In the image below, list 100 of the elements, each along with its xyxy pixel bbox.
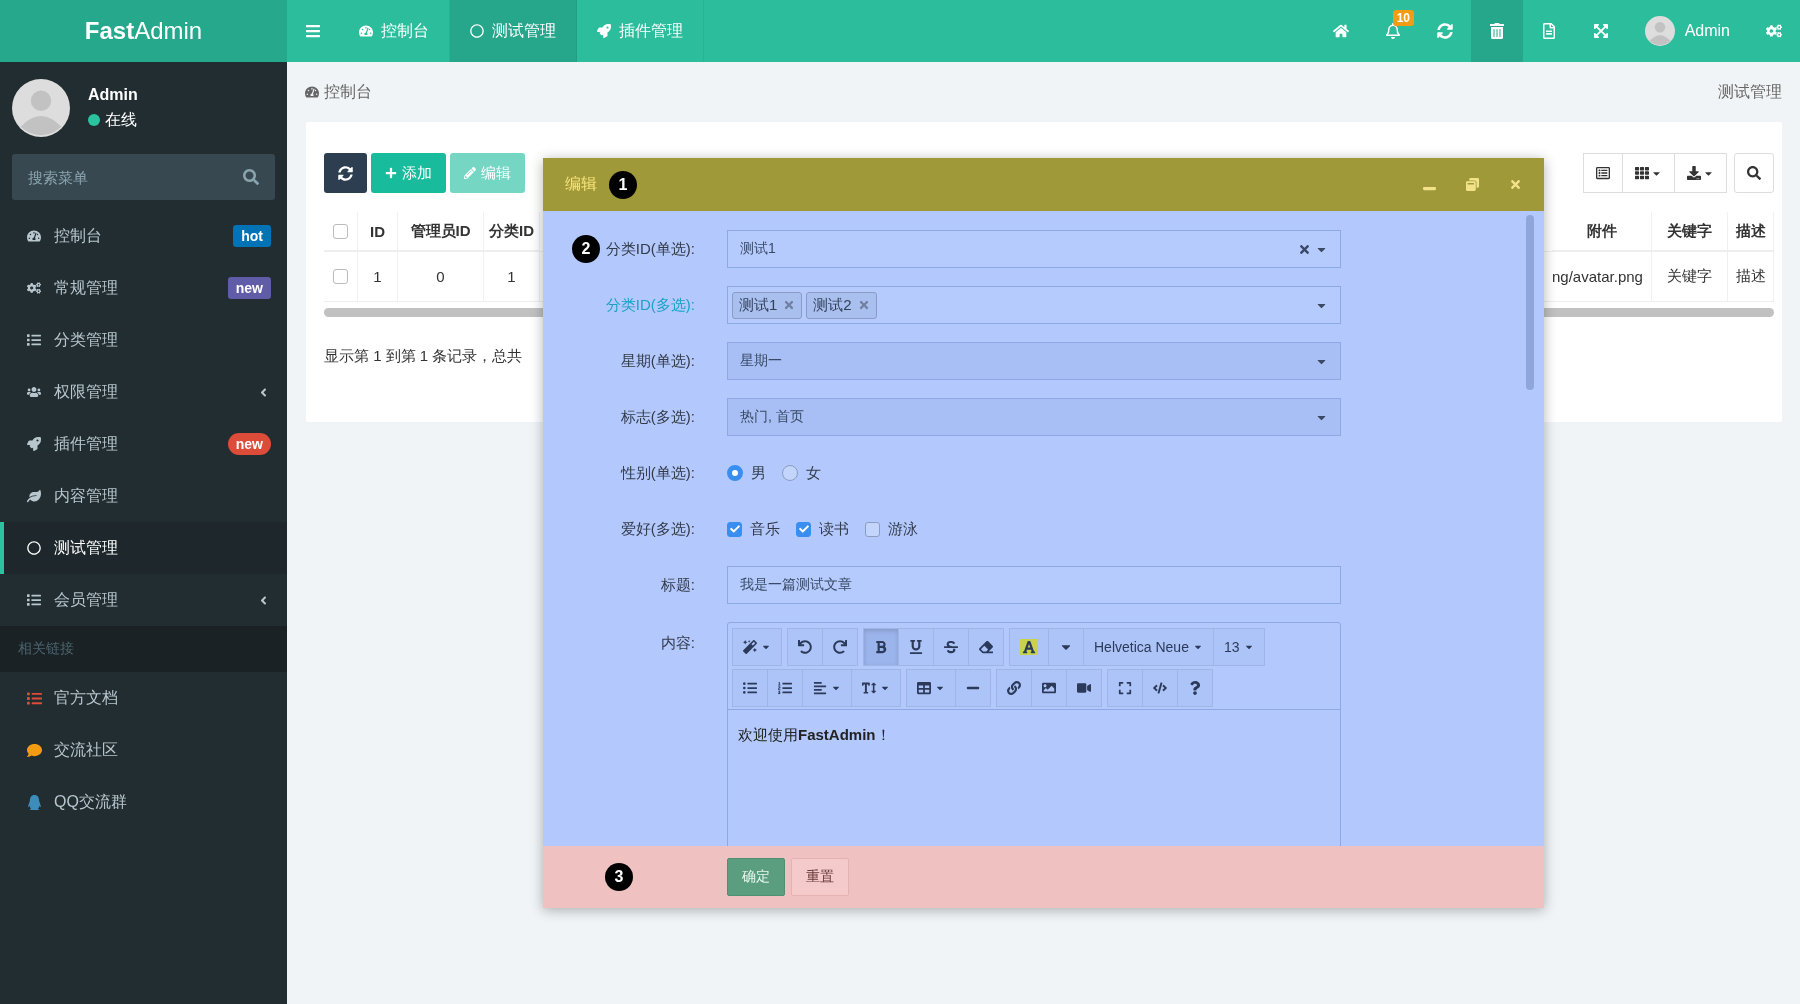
- help-button[interactable]: [1177, 669, 1213, 707]
- text-color-button[interactable]: [1009, 628, 1049, 666]
- checkbox-option[interactable]: 游泳: [865, 519, 918, 539]
- code-button[interactable]: [1142, 669, 1178, 707]
- link-button[interactable]: [996, 669, 1032, 707]
- column-header: 关键字: [1652, 212, 1728, 252]
- text-height-button[interactable]: [851, 669, 901, 707]
- refresh-button[interactable]: [324, 153, 367, 193]
- scrollbar[interactable]: [1526, 215, 1534, 390]
- trash-icon: [1488, 23, 1505, 39]
- font-dropdown[interactable]: Helvetica Neue: [1083, 628, 1214, 666]
- checkbox[interactable]: [333, 223, 348, 239]
- sidebar-item[interactable]: 常规管理 new: [0, 262, 287, 314]
- sidebar-link[interactable]: 官方文档: [0, 672, 287, 724]
- underline-button[interactable]: [898, 628, 934, 666]
- leaf-icon: [26, 489, 42, 503]
- user-name: Admin: [88, 85, 138, 104]
- grid-button[interactable]: [1622, 153, 1675, 193]
- checkbox-option[interactable]: 读书: [796, 519, 849, 539]
- field-label: 标志(多选):: [619, 407, 695, 427]
- field-label: 性别(单选):: [619, 463, 695, 483]
- sidebar-item[interactable]: 会员管理: [0, 574, 287, 626]
- section-header: 相关链接: [0, 626, 287, 672]
- export-button[interactable]: [1674, 153, 1727, 193]
- list-button[interactable]: [1583, 153, 1623, 193]
- column-header: 管理员ID: [398, 212, 484, 252]
- radio-option[interactable]: 男: [727, 463, 766, 483]
- checkbox[interactable]: [865, 521, 880, 537]
- editor-text: 欢迎使用FastAdmin！: [737, 725, 892, 745]
- field-label: 2 分类ID(单选):: [543, 235, 695, 263]
- pagination-info: 显示第 1 到第 1 条记录，总共: [324, 347, 523, 366]
- picture-button[interactable]: [1031, 669, 1067, 707]
- numbered-list-button[interactable]: [767, 669, 803, 707]
- table-cell: 关键字: [1652, 252, 1728, 302]
- radio-button[interactable]: [782, 465, 798, 481]
- dropdown-field[interactable]: 热门, 首页: [727, 398, 1341, 436]
- help-icon: [1188, 681, 1202, 695]
- column-header: 分类ID: [484, 212, 540, 252]
- rich-text-editor[interactable]: Helvetica Neue 13 欢迎使用FastAdmin！: [727, 622, 1341, 846]
- redo-button[interactable]: [822, 628, 858, 666]
- underline-icon: [909, 640, 923, 654]
- bullet-list-button[interactable]: [732, 669, 768, 707]
- column-header: 描述: [1728, 212, 1774, 252]
- checkbox[interactable]: [333, 269, 348, 284]
- table-cell: 1: [484, 252, 540, 302]
- video-button[interactable]: [1066, 669, 1102, 707]
- numbered-list-icon: [778, 681, 792, 695]
- link-icon: [1007, 681, 1021, 695]
- list-icon: [26, 593, 42, 607]
- checkbox[interactable]: [727, 521, 742, 537]
- strikethrough-icon: [944, 640, 958, 654]
- tag: 测试2: [806, 291, 877, 319]
- refresh-icon: [338, 165, 353, 181]
- radio-button[interactable]: [727, 465, 743, 481]
- search-field[interactable]: 搜索菜单: [12, 154, 275, 200]
- table-button[interactable]: [906, 669, 956, 707]
- search-icon[interactable]: [243, 169, 259, 185]
- reset-button[interactable]: 重置: [791, 858, 849, 896]
- notification-count: 10: [1392, 10, 1414, 26]
- sidebar-item[interactable]: 权限管理: [0, 366, 287, 418]
- sidebar-item[interactable]: 插件管理 new: [0, 418, 287, 470]
- checkbox[interactable]: [796, 521, 811, 537]
- bold-icon: [874, 640, 888, 654]
- field-label: 星期(单选):: [619, 351, 695, 371]
- column-header: 附件: [1552, 212, 1652, 252]
- select-field[interactable]: 测试1: [727, 230, 1341, 268]
- refresh-icon: [1436, 23, 1453, 39]
- gauge-icon: [305, 85, 319, 99]
- fullscreen-button[interactable]: [1107, 669, 1143, 707]
- strikethrough-button[interactable]: [933, 628, 969, 666]
- font-size-dropdown[interactable]: 13: [1212, 628, 1265, 666]
- tag: 测试1: [732, 291, 803, 319]
- page-title: 测试管理: [1718, 81, 1782, 102]
- dropdown-field[interactable]: 星期一: [727, 342, 1341, 380]
- sidebar-link[interactable]: QQ交流群: [0, 776, 287, 828]
- undo-button[interactable]: [787, 628, 823, 666]
- table-cell: 0: [398, 252, 484, 302]
- bullet-list-icon: [743, 681, 757, 695]
- picture-icon: [1042, 681, 1056, 695]
- sidebar-item[interactable]: 内容管理: [0, 470, 287, 522]
- sidebar-link[interactable]: 交流社区: [0, 724, 287, 776]
- checkbox-option[interactable]: 音乐: [727, 519, 780, 539]
- sidebar-item[interactable]: 控制台 hot: [0, 210, 287, 262]
- breadcrumb[interactable]: 控制台: [324, 81, 372, 103]
- table-cell: 描述: [1728, 252, 1774, 302]
- user-status: 在线: [88, 109, 138, 131]
- sidebar-item[interactable]: 测试管理: [0, 522, 287, 574]
- input-field[interactable]: 我是一篇测试文章: [727, 566, 1341, 604]
- menu-badge: new: [227, 277, 271, 299]
- magic-wand-button[interactable]: [732, 628, 782, 666]
- trash-button[interactable]: [1470, 0, 1523, 62]
- sidebar-item[interactable]: 分类管理: [0, 314, 287, 366]
- list-icon: [1596, 166, 1610, 180]
- radio-option[interactable]: 女: [782, 463, 821, 483]
- search-button[interactable]: [1734, 153, 1774, 193]
- align-button[interactable]: [802, 669, 852, 707]
- eraser-button[interactable]: [968, 628, 1004, 666]
- rocket-icon: [26, 437, 42, 451]
- export-icon: [1687, 166, 1701, 180]
- bold-button[interactable]: [863, 628, 899, 666]
